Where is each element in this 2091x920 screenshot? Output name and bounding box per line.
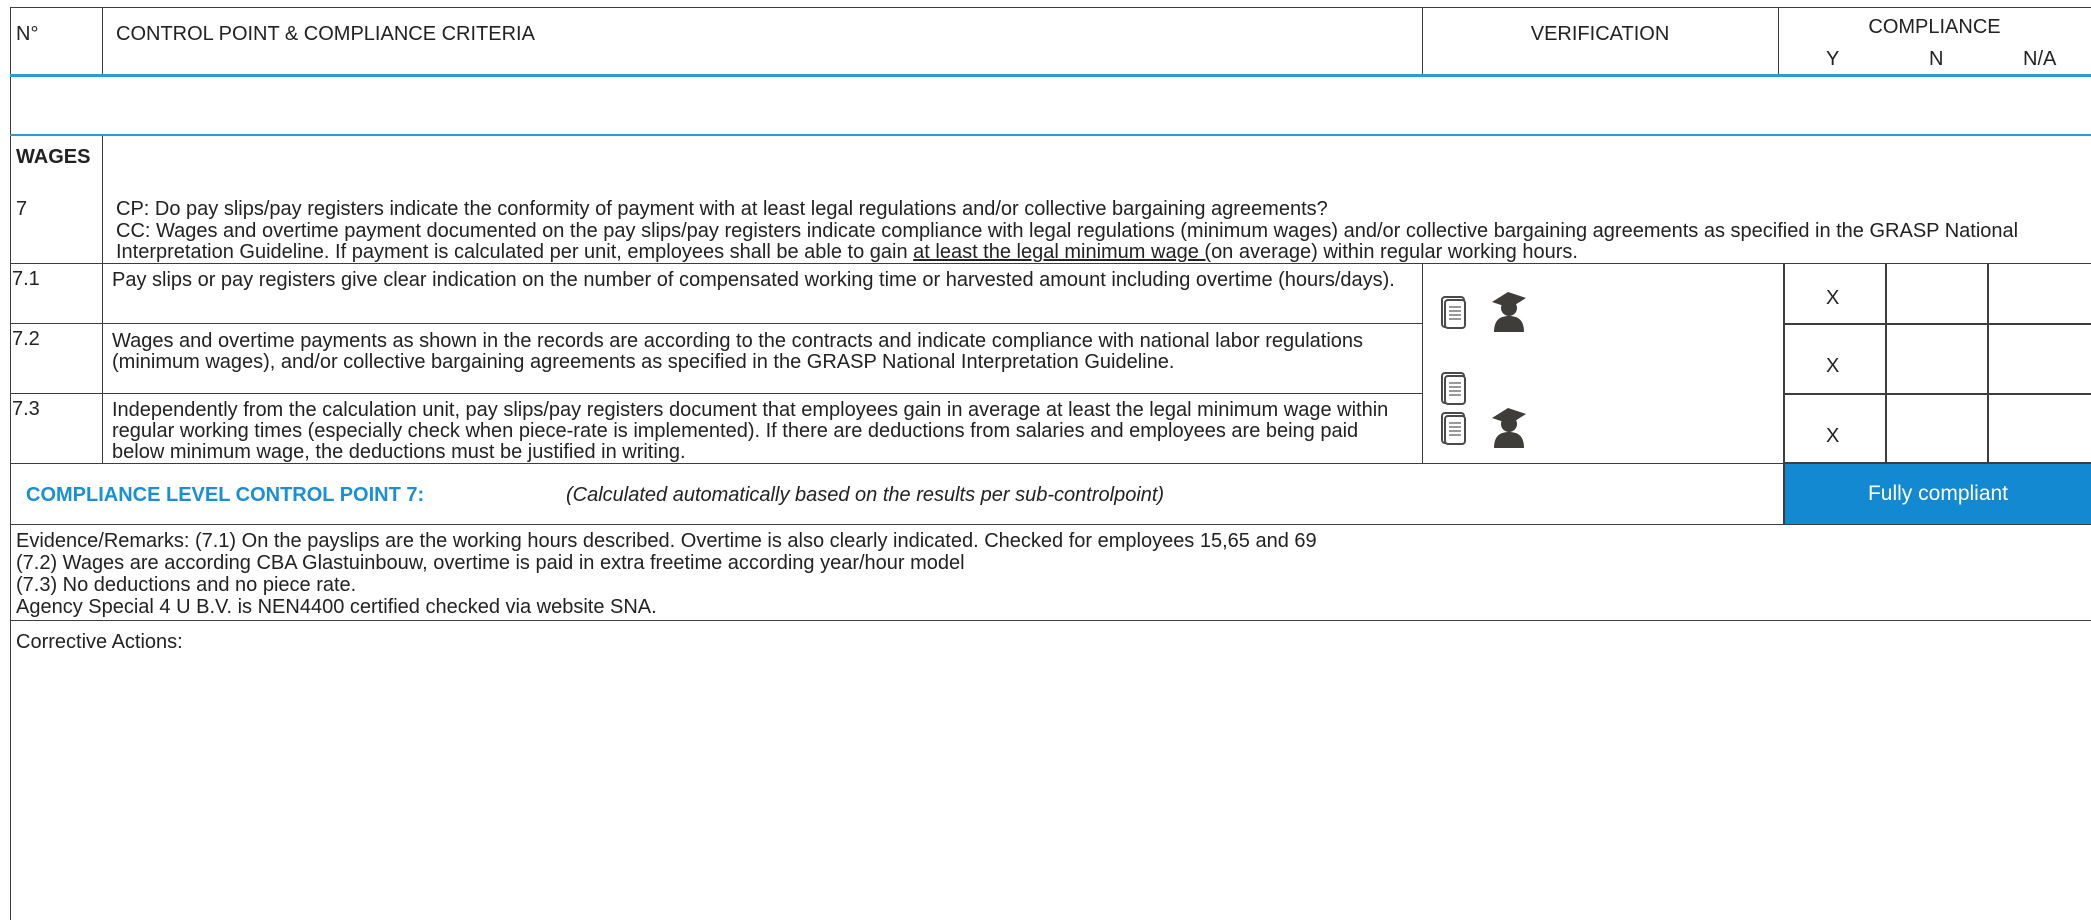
document-icon [1440,372,1468,406]
sub-row-bottom [10,463,2091,464]
evidence-line: (7.2) Wages are according CBA Glastuinbo… [16,552,965,574]
header-no: N° [16,23,39,45]
evidence-line: Agency Special 4 U B.V. is NEN4400 certi… [16,596,657,618]
cp-criteria-underlined: at least the legal minimum wage ( [913,241,1212,263]
header-control-point: CONTROL POINT & COMPLIANCE CRITERIA [116,23,535,45]
evidence-line: Evidence/Remarks: (7.1) On the payslips … [16,530,1317,552]
sub-row-sep-1 [10,323,1422,324]
evidence-line: (7.3) No deductions and no piece rate. [16,574,357,596]
header-bottom-line [10,74,2091,77]
subpoint-number: 7.1 [12,268,40,290]
box-row-sep-2 [1783,393,2091,395]
cp-criteria-part2: on average) within regular working hours… [1211,241,1578,263]
box-row-sep-1 [1783,323,2091,325]
section-bottom-line [10,134,2091,136]
cp-col-sep [102,136,103,263]
subpoint-text: Wages and overtime payments as shown in … [112,330,1364,373]
subpoint-mark: X [1826,355,1840,377]
level-row-bottom [10,524,2091,525]
subpoint-number: 7.3 [12,398,40,420]
cp-number: 7 [16,198,28,220]
compliance-level-note: (Calculated automatically based on the r… [566,484,1165,506]
interview-person-icon [1488,288,1530,332]
header-verification: VERIFICATION [1530,23,1670,45]
sub-col-sep-text [1422,263,1423,463]
cp-criteria: CC: Wages and overtime payment documente… [116,221,2081,263]
interview-person-icon [1488,404,1530,448]
cp-question: CP: Do pay slips/pay registers indicate … [116,198,1328,220]
section-title: WAGES [16,146,91,168]
header-compliance: COMPLIANCE [1868,16,2001,38]
header-y: Y [1826,48,1840,70]
subpoint-mark: X [1826,425,1840,447]
header-n: N [1929,48,1944,70]
box-col-sep-2 [1987,263,1989,463]
sub-row-sep-2 [10,393,1422,394]
compliance-result-badge: Fully compliant [1785,464,2091,524]
cp-row-bottom [10,263,2091,264]
subpoint-text: Independently from the calculation unit,… [112,399,1389,463]
compliance-level-label: COMPLIANCE LEVEL CONTROL POINT 7: [26,484,425,506]
corrective-actions-label: Corrective Actions: [16,631,183,653]
subpoint-number: 7.2 [12,328,40,350]
header-col-sep-1 [102,7,103,75]
box-col-sep-1 [1885,263,1887,463]
document-icon [1440,412,1468,446]
sub-col-sep-no [102,263,103,463]
subpoint-text: Pay slips or pay registers give clear in… [112,269,1395,291]
evidence-row-bottom [10,620,2091,621]
subpoint-mark: X [1826,287,1840,309]
header-na: N/A [2023,48,2057,70]
document-icon [1440,296,1468,330]
